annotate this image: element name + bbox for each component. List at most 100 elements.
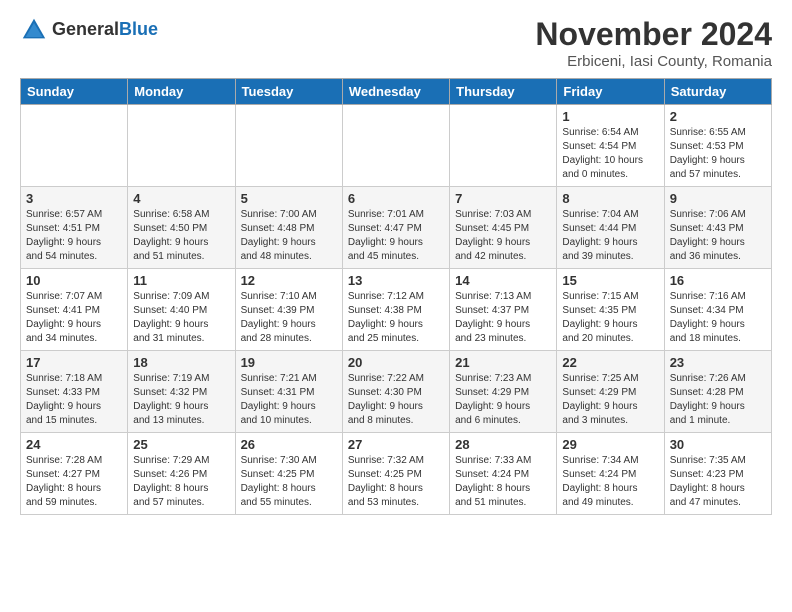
week-row-5: 24Sunrise: 7:28 AM Sunset: 4:27 PM Dayli… — [21, 433, 772, 515]
calendar-cell — [235, 105, 342, 187]
title-block: November 2024 Erbiceni, Iasi County, Rom… — [535, 16, 772, 70]
day-number: 7 — [455, 191, 551, 206]
day-number: 15 — [562, 273, 658, 288]
calendar-cell — [450, 105, 557, 187]
day-info: Sunrise: 7:33 AM Sunset: 4:24 PM Dayligh… — [455, 454, 551, 510]
day-number: 4 — [133, 191, 229, 206]
calendar-cell: 6 Sunrise: 7:01 AM Sunset: 4:47 PM Daylig… — [342, 187, 449, 269]
calendar-cell: 30 Sunrise: 7:35 AM Sunset: 4:23 PM Dayli… — [664, 433, 771, 515]
logo: GeneralBlue — [20, 16, 158, 44]
calendar-cell: 14Sunrise: 7:13 AM Sunset: 4:37 PM Dayli… — [450, 269, 557, 351]
calendar-cell: 19Sunrise: 7:21 AM Sunset: 4:31 PM Dayli… — [235, 351, 342, 433]
calendar-cell — [342, 105, 449, 187]
day-info: Sunrise: 7:25 AM Sunset: 4:29 PM Dayligh… — [562, 372, 658, 428]
calendar-cell — [21, 105, 128, 187]
day-info: Sunrise: 7:01 AM Sunset: 4:47 PM Dayligh… — [348, 208, 444, 264]
day-info: Sunrise: 7:00 AM Sunset: 4:48 PM Dayligh… — [241, 208, 337, 264]
calendar-cell: 29 Sunrise: 7:34 AM Sunset: 4:24 PM Dayli… — [557, 433, 664, 515]
header-row: Sunday Monday Tuesday Wednesday Thursday… — [21, 79, 772, 105]
calendar-cell — [128, 105, 235, 187]
day-number: 28 — [455, 437, 551, 452]
day-info: Sunrise: 7:13 AM Sunset: 4:37 PM Dayligh… — [455, 290, 551, 346]
logo-text: GeneralBlue — [52, 20, 158, 40]
day-number: 23 — [670, 355, 766, 370]
day-info: Sunrise: 6:58 AM Sunset: 4:50 PM Dayligh… — [133, 208, 229, 264]
calendar-cell: 12 Sunrise: 7:10 AM Sunset: 4:39 PM Dayli… — [235, 269, 342, 351]
calendar-cell: 27 Sunrise: 7:32 AM Sunset: 4:25 PM Dayli… — [342, 433, 449, 515]
day-info: Sunrise: 7:22 AM Sunset: 4:30 PM Dayligh… — [348, 372, 444, 428]
day-number: 11 — [133, 273, 229, 288]
week-row-3: 10 Sunrise: 7:07 AM Sunset: 4:41 PM Dayli… — [21, 269, 772, 351]
day-info: Sunrise: 7:26 AM Sunset: 4:28 PM Dayligh… — [670, 372, 766, 428]
calendar-cell: 28 Sunrise: 7:33 AM Sunset: 4:24 PM Dayli… — [450, 433, 557, 515]
week-row-2: 3 Sunrise: 6:57 AM Sunset: 4:51 PM Daylig… — [21, 187, 772, 269]
day-info: Sunrise: 7:04 AM Sunset: 4:44 PM Dayligh… — [562, 208, 658, 264]
day-number: 10 — [26, 273, 122, 288]
day-number: 1 — [562, 109, 658, 124]
day-number: 13 — [348, 273, 444, 288]
day-number: 2 — [670, 109, 766, 124]
col-tuesday: Tuesday — [235, 79, 342, 105]
calendar-cell: 20 Sunrise: 7:22 AM Sunset: 4:30 PM Dayli… — [342, 351, 449, 433]
col-thursday: Thursday — [450, 79, 557, 105]
day-info: Sunrise: 6:55 AM Sunset: 4:53 PM Dayligh… — [670, 126, 766, 182]
calendar-cell: 5 Sunrise: 7:00 AM Sunset: 4:48 PM Daylig… — [235, 187, 342, 269]
col-wednesday: Wednesday — [342, 79, 449, 105]
calendar-cell: 9Sunrise: 7:06 AM Sunset: 4:43 PM Daylig… — [664, 187, 771, 269]
day-number: 20 — [348, 355, 444, 370]
col-friday: Friday — [557, 79, 664, 105]
calendar-cell: 16 Sunrise: 7:16 AM Sunset: 4:34 PM Dayli… — [664, 269, 771, 351]
page-container: GeneralBlue November 2024 Erbiceni, Iasi… — [0, 0, 792, 525]
day-info: Sunrise: 6:57 AM Sunset: 4:51 PM Dayligh… — [26, 208, 122, 264]
day-info: Sunrise: 7:07 AM Sunset: 4:41 PM Dayligh… — [26, 290, 122, 346]
day-info: Sunrise: 7:35 AM Sunset: 4:23 PM Dayligh… — [670, 454, 766, 510]
day-number: 3 — [26, 191, 122, 206]
day-number: 25 — [133, 437, 229, 452]
day-number: 9 — [670, 191, 766, 206]
day-number: 16 — [670, 273, 766, 288]
col-saturday: Saturday — [664, 79, 771, 105]
day-info: Sunrise: 7:23 AM Sunset: 4:29 PM Dayligh… — [455, 372, 551, 428]
day-info: Sunrise: 7:29 AM Sunset: 4:26 PM Dayligh… — [133, 454, 229, 510]
calendar-cell: 4 Sunrise: 6:58 AM Sunset: 4:50 PM Daylig… — [128, 187, 235, 269]
logo-blue: Blue — [119, 19, 158, 39]
day-info: Sunrise: 7:32 AM Sunset: 4:25 PM Dayligh… — [348, 454, 444, 510]
day-number: 21 — [455, 355, 551, 370]
day-number: 30 — [670, 437, 766, 452]
calendar-cell: 26 Sunrise: 7:30 AM Sunset: 4:25 PM Dayli… — [235, 433, 342, 515]
day-info: Sunrise: 7:30 AM Sunset: 4:25 PM Dayligh… — [241, 454, 337, 510]
day-number: 17 — [26, 355, 122, 370]
day-info: Sunrise: 7:03 AM Sunset: 4:45 PM Dayligh… — [455, 208, 551, 264]
calendar-cell: 8Sunrise: 7:04 AM Sunset: 4:44 PM Daylig… — [557, 187, 664, 269]
subtitle: Erbiceni, Iasi County, Romania — [535, 53, 772, 70]
calendar-cell: 21 Sunrise: 7:23 AM Sunset: 4:29 PM Dayli… — [450, 351, 557, 433]
calendar-cell: 13Sunrise: 7:12 AM Sunset: 4:38 PM Dayli… — [342, 269, 449, 351]
calendar-cell: 3 Sunrise: 6:57 AM Sunset: 4:51 PM Daylig… — [21, 187, 128, 269]
day-number: 5 — [241, 191, 337, 206]
calendar-cell: 25 Sunrise: 7:29 AM Sunset: 4:26 PM Dayli… — [128, 433, 235, 515]
day-info: Sunrise: 7:34 AM Sunset: 4:24 PM Dayligh… — [562, 454, 658, 510]
calendar-table: Sunday Monday Tuesday Wednesday Thursday… — [20, 78, 772, 515]
day-number: 26 — [241, 437, 337, 452]
day-number: 29 — [562, 437, 658, 452]
day-number: 27 — [348, 437, 444, 452]
calendar-cell: 10 Sunrise: 7:07 AM Sunset: 4:41 PM Dayli… — [21, 269, 128, 351]
day-info: Sunrise: 7:15 AM Sunset: 4:35 PM Dayligh… — [562, 290, 658, 346]
day-info: Sunrise: 7:16 AM Sunset: 4:34 PM Dayligh… — [670, 290, 766, 346]
week-row-4: 17Sunrise: 7:18 AM Sunset: 4:33 PM Dayli… — [21, 351, 772, 433]
main-title: November 2024 — [535, 16, 772, 53]
logo-icon — [20, 16, 48, 44]
day-number: 6 — [348, 191, 444, 206]
day-info: Sunrise: 7:21 AM Sunset: 4:31 PM Dayligh… — [241, 372, 337, 428]
calendar-cell: 1Sunrise: 6:54 AM Sunset: 4:54 PM Daylig… — [557, 105, 664, 187]
week-row-1: 1Sunrise: 6:54 AM Sunset: 4:54 PM Daylig… — [21, 105, 772, 187]
logo-general: General — [52, 19, 119, 39]
day-info: Sunrise: 7:10 AM Sunset: 4:39 PM Dayligh… — [241, 290, 337, 346]
col-sunday: Sunday — [21, 79, 128, 105]
header: GeneralBlue November 2024 Erbiceni, Iasi… — [20, 16, 772, 70]
calendar-cell: 17Sunrise: 7:18 AM Sunset: 4:33 PM Dayli… — [21, 351, 128, 433]
calendar-cell: 22Sunrise: 7:25 AM Sunset: 4:29 PM Dayli… — [557, 351, 664, 433]
calendar-cell: 11Sunrise: 7:09 AM Sunset: 4:40 PM Dayli… — [128, 269, 235, 351]
calendar-cell: 2 Sunrise: 6:55 AM Sunset: 4:53 PM Daylig… — [664, 105, 771, 187]
day-number: 12 — [241, 273, 337, 288]
